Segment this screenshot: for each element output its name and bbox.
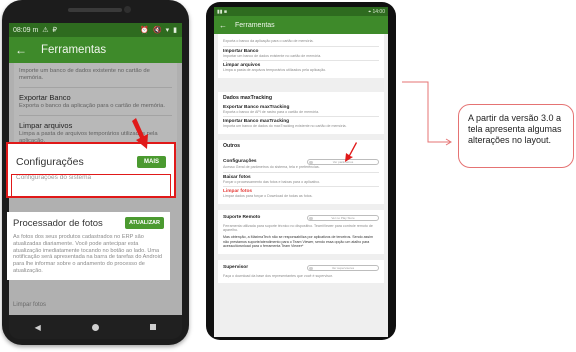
- status-right-icons: ⌖ 14:00: [368, 8, 385, 15]
- page-title: Ferramentas: [41, 44, 107, 56]
- more-button[interactable]: MAIS: [137, 156, 166, 168]
- section-title: Dados maxTracking: [223, 94, 273, 101]
- status-left-icons: ▮▮ ■: [217, 8, 227, 15]
- photo-processor-card: Processador de fotos ATUALIZAR As fotos …: [7, 212, 170, 280]
- item-description: Ferramenta utilizada para suporte técnic…: [223, 223, 373, 233]
- version-note-callout: A partir da versão 3.0 a tela apresenta …: [458, 104, 574, 168]
- item-description: Limpar dados para forçar o Download de t…: [223, 194, 313, 199]
- item-title: Supervisor: [223, 265, 249, 271]
- item-description: Importar um banco de dados existente no …: [223, 53, 322, 58]
- processor-description: As fotos dos seus produtos cadastrados n…: [13, 234, 162, 274]
- maxtracking-section: Dados maxTracking Exportar Banco maxTrac…: [218, 91, 384, 134]
- toggle-knob: [309, 266, 313, 271]
- android-nav-bar: ◀: [9, 315, 182, 339]
- item-description: Limpa a pasta de arquivos temporários ut…: [223, 68, 327, 73]
- list-item-download-photos[interactable]: Baixar fotos Forçar o processamento das …: [223, 173, 379, 188]
- support-disclaimer: Mas obtenção, a MáximaTech não se respon…: [223, 234, 374, 249]
- item-description: Importe um banco de dados existente no c…: [19, 68, 150, 81]
- settings-title: Configurações: [16, 156, 84, 168]
- item-title: Suporte Remoto: [223, 215, 261, 221]
- item-description: Faça o download da base dos representant…: [223, 273, 333, 278]
- toggle-knob: [309, 216, 313, 221]
- list-item-remote-support[interactable]: Suporte Remoto Ver no Play Store Ferrame…: [223, 213, 379, 251]
- item-description: Exporta o banco de API de rastro para o …: [223, 109, 320, 114]
- nav-home-icon[interactable]: [92, 323, 100, 331]
- list-item-import-bank[interactable]: Importar Banco Importar um banco de dado…: [223, 47, 379, 62]
- status-time: 08:09: [13, 27, 31, 34]
- callout-text: A partir da versão 3.0 a tela apresenta …: [468, 113, 562, 145]
- camera-icon: [124, 6, 131, 13]
- bracket-connector: [402, 81, 452, 146]
- divider: [19, 87, 172, 88]
- item-description: Exporta o banco da aplicação para o cart…: [223, 39, 314, 43]
- nav-back-icon[interactable]: ◀: [35, 323, 41, 332]
- item-title: Exportar Banco: [19, 93, 71, 102]
- status-bar: ▮▮ ■ ⌖ 14:00: [214, 7, 388, 16]
- toggle-knob: [309, 160, 313, 165]
- app-bar: ← Ferramentas: [214, 16, 388, 34]
- old-layout-phone: 08:09 m ⚠ ₽ ⏰ 🔇 ▾ ▮ ← Ferramentas Import…: [2, 0, 189, 345]
- item-description: Exporta o banco da aplicação para o cart…: [19, 103, 165, 109]
- item-description: Importa um banco de dados do maxTracking…: [223, 124, 347, 129]
- red-pointer-arrow-icon: [345, 142, 357, 162]
- list-item[interactable]: Exporta o banco da aplicação para o cart…: [223, 37, 379, 47]
- supervisor-section: Supervisor Ver supervisores Faça o downl…: [218, 259, 384, 284]
- list-item-clear-photos[interactable]: Limpar fotos Limpar dados para forçar o …: [223, 187, 379, 201]
- status-system-icons: ⏰ 🔇 ▾ ▮: [140, 27, 178, 34]
- list-item-clear-files[interactable]: Limpar arquivos Limpa a pasta de arquivo…: [223, 61, 379, 75]
- play-store-toggle[interactable]: Ver no Play Store: [307, 214, 379, 221]
- new-layout-phone: ▮▮ ■ ⌖ 14:00 ← Ferramentas Exporta o ban…: [206, 2, 396, 340]
- phone-speaker: [68, 8, 122, 12]
- screenshot-stage: 08:09 m ⚠ ₽ ⏰ 🔇 ▾ ▮ ← Ferramentas Import…: [0, 0, 576, 352]
- list-item-import-maxtracking[interactable]: Importar Banco maxTracking Importa um ba…: [223, 117, 379, 131]
- item-title: Configurações: [223, 159, 257, 165]
- status-bar: 08:09 m ⚠ ₽ ⏰ 🔇 ▾ ▮: [9, 23, 182, 37]
- view-supervisors-toggle[interactable]: Ver supervisores: [307, 264, 379, 271]
- new-screen: ▮▮ ■ ⌖ 14:00 ← Ferramentas Exporta o ban…: [214, 7, 388, 337]
- app-bar: ← Ferramentas: [9, 37, 182, 63]
- list-item-export-maxtracking[interactable]: Exportar Banco maxTracking Exporta o ban…: [223, 103, 379, 118]
- red-pointer-arrow-icon: [132, 118, 148, 149]
- back-arrow-icon[interactable]: ←: [15, 43, 27, 57]
- list-item-export-bank[interactable]: Exportar Banco Exporta o banco da aplica…: [19, 93, 172, 116]
- status-notification-icons: m ⚠ ₽: [32, 27, 58, 34]
- list-item[interactable]: Importe um banco de dados existente no c…: [19, 68, 172, 88]
- item-description: Acesso Geral de parâmetros do sistema, t…: [223, 164, 320, 169]
- nav-recent-icon[interactable]: [150, 324, 157, 330]
- item-description: Forçar o processamento das fotos e baixa…: [223, 179, 321, 184]
- highlight-box-settings: [11, 174, 171, 198]
- back-arrow-icon[interactable]: ←: [219, 21, 227, 30]
- others-section: Outros Configurações Ver parâmetros Aces…: [218, 139, 384, 204]
- bank-section: Exporta o banco da aplicação para o cart…: [218, 34, 384, 78]
- clear-photos-item[interactable]: Limpar fotos: [13, 302, 46, 308]
- page-title: Ferramentas: [235, 21, 275, 29]
- remote-support-section: Suporte Remoto Ver no Play Store Ferrame…: [218, 209, 384, 254]
- processor-title: Processador de fotos: [13, 217, 103, 229]
- update-button[interactable]: ATUALIZAR: [124, 217, 164, 229]
- list-item-supervisor[interactable]: Supervisor Ver supervisores Faça o downl…: [223, 263, 379, 281]
